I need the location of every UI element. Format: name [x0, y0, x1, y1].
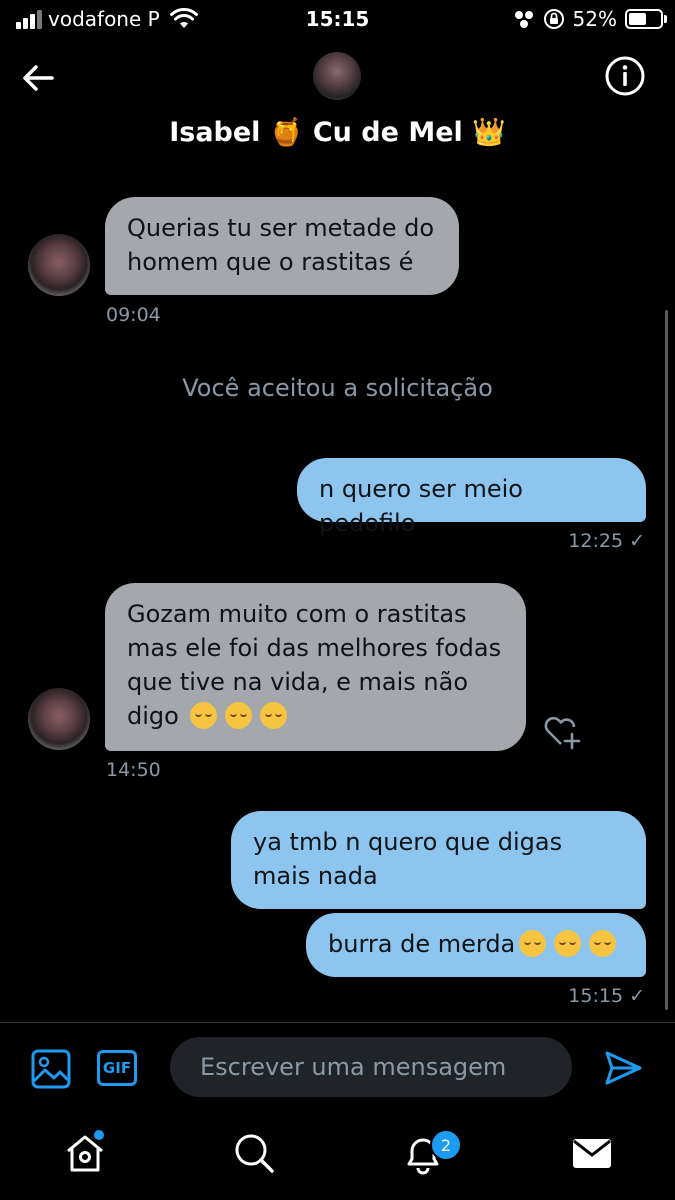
message-composer: GIF: [0, 1023, 675, 1113]
rotation-lock-icon: [543, 9, 564, 29]
message-input[interactable]: [170, 1037, 572, 1097]
emoji-relieved-group: [186, 702, 291, 730]
message-bubble-outgoing[interactable]: n quero ser meio pedofilo: [297, 458, 646, 537]
conversation-header: Isabel 🍯 Cu de Mel 👑: [0, 40, 675, 165]
status-bar: vodafone P 15:15 52%: [0, 0, 675, 40]
message-text: n quero ser meio pedofilo: [319, 475, 523, 537]
bottom-navigation: 2: [0, 1113, 675, 1200]
message-text: burra de merda: [328, 930, 516, 958]
message-bubble-incoming[interactable]: Gozam muito com o rastitas mas ele foi d…: [105, 583, 526, 751]
info-icon[interactable]: [604, 55, 646, 97]
emoji-laughing-group: [515, 930, 620, 958]
messages-envelope-icon[interactable]: [570, 1131, 614, 1175]
contact-name[interactable]: Isabel 🍯 Cu de Mel 👑: [0, 116, 675, 148]
dm-conversation-screen: vodafone P 15:15 52% Isabel 🍯 Cu de Mel …: [0, 0, 675, 1200]
sender-avatar[interactable]: [28, 234, 90, 296]
gif-button[interactable]: GIF: [97, 1050, 137, 1086]
message-bubble-incoming[interactable]: Querias tu ser metade do homem que o ras…: [105, 197, 459, 295]
search-icon[interactable]: [232, 1131, 276, 1175]
scrollbar[interactable]: [665, 310, 668, 1010]
send-icon[interactable]: [603, 1048, 643, 1088]
contact-avatar[interactable]: [313, 52, 361, 100]
add-reaction-heart-icon[interactable]: [540, 710, 584, 750]
system-message: Você aceitou a solicitação: [182, 374, 493, 402]
message-bubble-outgoing[interactable]: burra de merda: [306, 913, 646, 977]
airplay-icon: [514, 11, 533, 28]
relieved-face-icon: [225, 702, 253, 729]
home-new-dot: [94, 1130, 104, 1140]
sender-avatar[interactable]: [28, 688, 90, 750]
tears-of-joy-icon: [554, 930, 582, 957]
relieved-face-icon: [260, 702, 288, 729]
message-timestamp: 09:04: [106, 304, 161, 326]
image-icon[interactable]: [30, 1048, 72, 1090]
message-timestamp: 12:25 ✓: [568, 530, 645, 552]
message-text: Gozam muito com o rastitas mas ele foi d…: [127, 600, 502, 730]
message-text: Querias tu ser metade do homem que o ras…: [127, 214, 435, 276]
message-text: ya tmb n quero que digas mais nada: [253, 828, 563, 890]
tears-of-joy-icon: [589, 930, 617, 957]
message-timestamp: 14:50: [106, 759, 161, 781]
back-arrow-icon[interactable]: [18, 58, 58, 98]
message-bubble-outgoing[interactable]: ya tmb n quero que digas mais nada: [231, 811, 646, 909]
notifications-badge: 2: [430, 1129, 462, 1161]
relieved-face-icon: [190, 702, 218, 729]
battery-percent: 52%: [572, 7, 617, 31]
battery-icon: [625, 9, 667, 29]
message-timestamp: 15:15 ✓: [568, 985, 645, 1007]
tears-of-joy-icon: [519, 930, 547, 957]
